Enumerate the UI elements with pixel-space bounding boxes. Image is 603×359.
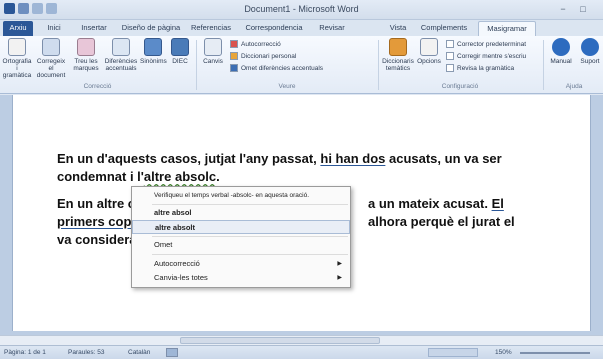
paragraph-2-line-1-right: a un mateix acusat. El — [368, 196, 504, 211]
checkbox-options-icon — [420, 38, 438, 56]
tab-view[interactable]: Vista — [383, 21, 413, 36]
paragraph-1-line-2: condemnat i l'altre absolc. — [57, 169, 220, 184]
tab-file[interactable]: Arxiu — [3, 21, 33, 36]
submenu-arrow-icon: ▶ — [337, 275, 342, 281]
dictionary-icon — [171, 38, 189, 56]
personal-dictionary-option[interactable]: Diccionari personal — [230, 52, 296, 61]
tab-mailings[interactable]: Correspondencia — [237, 21, 311, 36]
group-separator — [543, 40, 544, 90]
synonyms-button[interactable]: Sinònims — [140, 38, 167, 65]
help-icon — [552, 38, 570, 56]
suggestion-altre-absol[interactable]: altre absol — [132, 206, 350, 220]
group-label-veure: Veure — [278, 83, 296, 90]
correct-document-button[interactable]: Corregeix el document — [34, 38, 68, 79]
ribbon-tabs: Arxiu Inici Insertar Diseño de pàgina Re… — [0, 20, 603, 36]
tab-masigramar[interactable]: Masigramar — [478, 21, 536, 36]
support-button[interactable]: Suport — [577, 38, 603, 65]
menu-item-change-all[interactable]: Canvia-les totes ▶ — [132, 271, 350, 285]
autocorrect-option[interactable]: Autocorrecció — [230, 40, 281, 49]
minimize-button[interactable]: − — [556, 3, 570, 15]
word-window: Document1 - Microsoft Word − □ Arxiu Ini… — [0, 0, 603, 359]
paragraph-2-line-1-left: En un altre ca — [57, 196, 143, 211]
menu-header: Verifiqueu el temps verbal -absolc- en a… — [154, 192, 310, 199]
grammar-error-text[interactable]: hi han dos — [320, 151, 385, 166]
title-bar: Document1 - Microsoft Word − □ — [0, 0, 603, 20]
magnifier-icon — [112, 38, 130, 56]
tab-page-layout[interactable]: Diseño de pàgina — [117, 21, 185, 36]
proofing-icon[interactable] — [166, 348, 178, 357]
manual-button[interactable]: Manual — [547, 38, 575, 65]
paragraph-3-line-1: va considerar — [57, 232, 142, 247]
tab-review[interactable]: Revisar — [312, 21, 352, 36]
scrollbar-thumb[interactable] — [180, 337, 380, 344]
paragraph-1-line-1: En un d'aquests casos, jutjat l'any pass… — [57, 151, 502, 166]
menu-divider — [152, 254, 348, 255]
personal-dictionary-icon — [230, 52, 238, 61]
check-while-typing-checkbox[interactable]: Corregir mentre s'escriu — [446, 52, 526, 61]
tab-insert[interactable]: Insertar — [72, 21, 116, 36]
thematic-dictionaries-button[interactable]: Diccionaris temàtics — [381, 38, 415, 72]
menu-divider — [152, 236, 348, 237]
document-check-icon — [42, 38, 60, 56]
group-label-correccio: Correcció — [83, 83, 112, 90]
menu-divider — [152, 204, 348, 205]
status-bar: Pàgina: 1 de 1 Paraules: 53 Catalàn 150% — [0, 345, 603, 359]
changes-button[interactable]: Canvis — [200, 38, 226, 65]
maximize-button[interactable]: □ — [576, 3, 590, 15]
default-corrector-checkbox[interactable]: Corrector predeterminat — [446, 40, 526, 49]
omit-accents-icon — [230, 64, 238, 73]
paragraph-2-line-2-right: alhora perquè el jurat el — [368, 214, 515, 229]
checkbox-checked-icon — [446, 52, 454, 61]
tab-references[interactable]: Referencias — [186, 21, 236, 36]
verb-tense-error-text[interactable]: altre absolc — [144, 169, 216, 184]
spelling-grammar-button[interactable]: Ortografia i gramàtica — [2, 38, 32, 79]
info-icon — [581, 38, 599, 56]
menu-item-autocorrect[interactable]: Autocorrecció ▶ — [132, 257, 350, 271]
grammar-context-menu: Verifiqueu el temps verbal -absolc- en a… — [131, 186, 351, 288]
checkbox-checked-icon — [446, 64, 454, 73]
tab-complements[interactable]: Complements — [414, 21, 474, 36]
menu-item-omit[interactable]: Omet — [132, 238, 350, 252]
page-count[interactable]: Pàgina: 1 de 1 — [4, 348, 46, 358]
ribbon: Ortografia i gramàtica Corregeix el docu… — [0, 36, 603, 94]
check-grammar-checkbox[interactable]: Revisa la gramàtica — [446, 64, 514, 73]
checkbox-checked-icon — [446, 40, 454, 49]
tab-home[interactable]: Inici — [37, 21, 71, 36]
remove-marks-button[interactable]: Treu les marques — [70, 38, 102, 72]
books-icon — [389, 38, 407, 56]
group-separator — [378, 40, 379, 90]
eraser-icon — [77, 38, 95, 56]
diec-button[interactable]: DIEC — [168, 38, 192, 65]
submenu-arrow-icon: ▶ — [337, 261, 342, 267]
options-button[interactable]: Opcions — [416, 38, 442, 65]
omit-accent-differences-option[interactable]: Omet diferències accentuals — [230, 64, 323, 73]
changes-icon — [204, 38, 222, 56]
horizontal-scrollbar[interactable] — [0, 335, 603, 345]
autocorrect-icon — [230, 40, 238, 49]
zoom-slider[interactable] — [520, 352, 590, 354]
view-buttons[interactable] — [428, 348, 478, 357]
window-title: Document1 - Microsoft Word — [244, 4, 359, 14]
word-count[interactable]: Paraules: 53 — [68, 348, 105, 358]
book-icon — [144, 38, 162, 56]
group-label-configuracio: Configuració — [441, 83, 479, 90]
accent-differences-button[interactable]: Diferències accentuals — [104, 38, 138, 72]
paragraph-2-line-2-left: primers cop l' — [57, 214, 142, 229]
abc-check-icon — [8, 38, 26, 56]
language-indicator[interactable]: Catalàn — [128, 348, 150, 358]
zoom-level[interactable]: 150% — [495, 348, 512, 358]
suggestion-altre-absolt[interactable]: altre absolt — [132, 220, 350, 234]
group-label-ajuda: Ajuda — [565, 83, 583, 90]
